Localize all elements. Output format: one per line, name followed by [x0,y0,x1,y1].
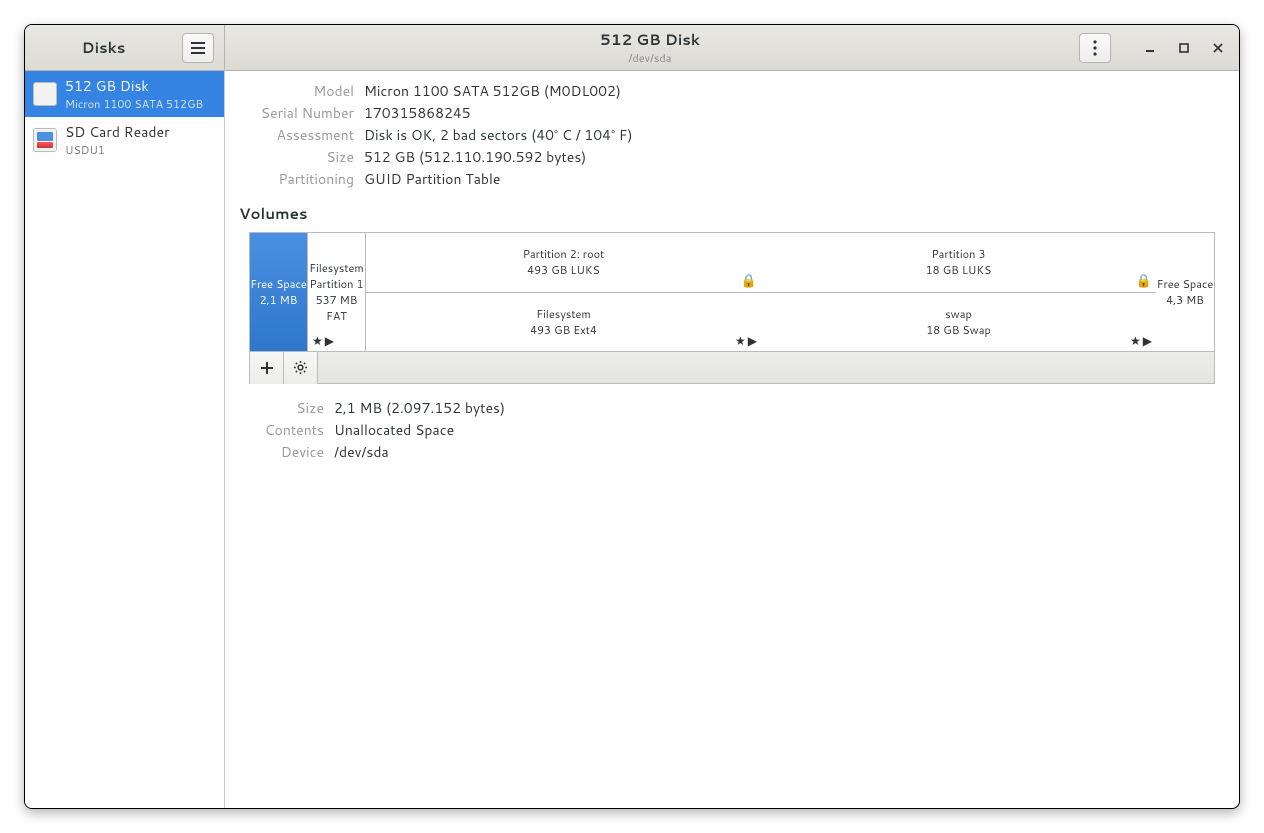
label-sel-contents: Contents [249,420,324,440]
titlebar-right [1075,25,1239,70]
lock-icon: 🔒 [741,272,757,290]
plus-icon [260,361,274,375]
minimize-icon [1145,43,1155,53]
device-title: 512 GB Disk [65,76,203,96]
drive-menu-button[interactable] [1079,33,1111,63]
play-icon: ▶ [325,332,334,349]
app-menu-button[interactable] [182,33,214,63]
label-partitioning: Partitioning [239,169,354,189]
minimize-button[interactable] [1135,33,1165,63]
window: Disks 512 GB Disk /dev/sda [24,24,1240,809]
value-sel-contents: Unallocated Space [334,420,1225,440]
disk-device-path: /dev/sda [628,50,671,66]
star-icon: ★ [1130,332,1141,349]
disk-info: Model Micron 1100 SATA 512GB (M0DL002) S… [239,81,1225,189]
volume-partition-1[interactable]: Filesystem Partition 1 537 MB FAT ★▶ [308,233,366,351]
device-title: SD Card Reader [65,122,170,142]
volume-partition-2: Partition 2: root 493 GB LUKS 🔒 Filesyst… [366,233,761,351]
label-model: Model [239,81,354,101]
mount-icons: ★▶ [735,332,757,349]
hdd-icon [33,82,57,106]
label-sel-device: Device [249,442,324,462]
close-icon [1213,43,1223,53]
volume-free-space-leading[interactable]: Free Space 2,1 MB [250,233,308,351]
content-area: 512 GB Disk Micron 1100 SATA 512GB SD Ca… [25,71,1239,808]
maximize-icon [1179,43,1189,53]
device-subtitle: Micron 1100 SATA 512GB [65,96,203,112]
device-list: 512 GB Disk Micron 1100 SATA 512GB SD Ca… [25,71,225,808]
sd-card-icon [33,128,57,152]
volume-toolbar [249,352,1215,384]
value-sel-size: 2,1 MB (2.097.152 bytes) [334,398,1225,418]
volume-free-space-trailing[interactable]: Free Space 4,3 MB [1156,233,1214,351]
selection-detail: Size 2,1 MB (2.097.152 bytes) Contents U… [249,398,1225,462]
gear-icon [293,360,308,375]
label-assessment: Assessment [239,125,354,145]
titlebar-left: Disks [25,25,225,70]
value-partitioning: GUID Partition Table [364,169,1225,189]
label-serial: Serial Number [239,103,354,123]
label-sel-size: Size [249,398,324,418]
star-icon: ★ [312,332,323,349]
mount-icons: ★▶ [312,332,334,349]
kebab-icon [1093,40,1097,56]
value-model: Micron 1100 SATA 512GB (M0DL002) [364,81,1225,101]
hamburger-icon [191,42,205,54]
device-item-512gb-disk[interactable]: 512 GB Disk Micron 1100 SATA 512GB [25,71,224,117]
titlebar: Disks 512 GB Disk /dev/sda [25,25,1239,71]
value-assessment: Disk is OK, 2 bad sectors (40° C / 104° … [364,125,1225,145]
volumes-heading: Volumes [239,203,1225,224]
maximize-button[interactable] [1169,33,1199,63]
create-partition-button[interactable] [250,352,284,384]
volume-options-button[interactable] [284,352,318,384]
close-button[interactable] [1203,33,1233,63]
lock-icon: 🔒 [1136,272,1152,290]
volume-map: Free Space 2,1 MB Filesystem Partition 1… [249,232,1215,352]
value-sel-device: /dev/sda [334,442,1225,462]
volume-partition-2-ext4[interactable]: Filesystem 493 GB Ext4 ★▶ [366,293,761,352]
volume-partition-3-luks[interactable]: Partition 3 18 GB LUKS 🔒 [761,233,1156,293]
play-icon: ▶ [748,332,757,349]
device-subtitle: USDU1 [65,142,170,158]
star-icon: ★ [735,332,746,349]
device-item-sd-card-reader[interactable]: SD Card Reader USDU1 [25,117,224,163]
value-serial: 170315868245 [364,103,1225,123]
volume-partition-3-swap[interactable]: swap 18 GB Swap ★▶ [761,293,1156,352]
value-size: 512 GB (512.110.190.592 bytes) [364,147,1225,167]
volume-partition-3: Partition 3 18 GB LUKS 🔒 swap 18 GB Swap… [761,233,1156,351]
titlebar-center: 512 GB Disk /dev/sda [225,25,1075,70]
label-size: Size [239,147,354,167]
app-title: Disks [25,37,182,58]
volume-partition-2-luks[interactable]: Partition 2: root 493 GB LUKS 🔒 [366,233,761,293]
play-icon: ▶ [1143,332,1152,349]
main-panel: Model Micron 1100 SATA 512GB (M0DL002) S… [225,71,1239,808]
disk-title: 512 GB Disk [600,29,700,50]
mount-icons: ★▶ [1130,332,1152,349]
